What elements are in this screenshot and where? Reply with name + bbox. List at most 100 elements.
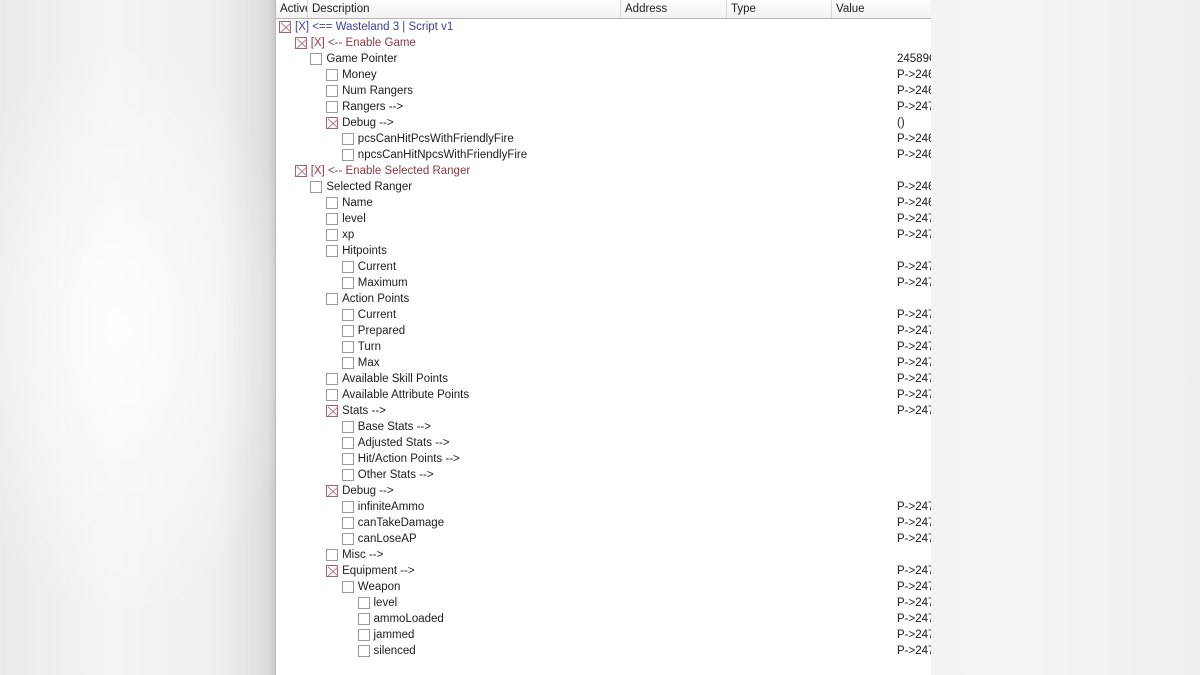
entry-address[interactable]: () [897, 115, 905, 131]
active-checkbox[interactable] [341, 581, 354, 593]
entry-description[interactable]: Weapon [358, 579, 401, 595]
column-header-value[interactable]: Value [832, 0, 931, 18]
entry-address[interactable]: P->24785273B6C [897, 323, 931, 339]
table-row[interactable]: canTakeDamageP->24785273CE8Byte1 [276, 515, 931, 531]
table-row[interactable]: jammedP->24785240B54Byte0 [276, 627, 931, 643]
table-row[interactable]: infiniteAmmoP->24785273CEAByte0 [276, 499, 931, 515]
entry-description[interactable]: Current [358, 259, 396, 275]
active-checkbox-checked[interactable] [326, 117, 339, 129]
active-checkbox-checked[interactable] [326, 485, 339, 497]
entry-description[interactable]: [X] <-- Enable Game [311, 35, 416, 51]
active-checkbox[interactable] [341, 421, 354, 433]
active-checkbox[interactable] [326, 213, 339, 225]
active-checkbox[interactable] [326, 245, 339, 257]
active-checkbox[interactable] [357, 645, 370, 657]
table-row[interactable]: ammoLoadedP->24785240B504 Bytes1 [276, 611, 931, 627]
table-row[interactable]: Equipment --> P->24785273B28 [276, 563, 931, 579]
column-header-active[interactable]: Active [276, 0, 308, 18]
entry-address[interactable]: P->24690E4C5A0 [897, 131, 931, 147]
table-row[interactable]: Num RangersP->2469487E1C84 Bytes2 [276, 83, 931, 99]
table-row[interactable]: Available Skill PointsP->24785273D784 By… [276, 371, 931, 387]
entry-description[interactable]: Name [342, 195, 373, 211]
table-row[interactable]: npcsCanHitNpcsWithFriendlyFire P->24690E4… [276, 147, 931, 163]
entry-description[interactable]: Game Pointer [326, 51, 397, 67]
entry-description[interactable]: Hit/Action Points --> [358, 451, 460, 467]
active-checkbox[interactable] [326, 389, 339, 401]
table-row[interactable]: Other Stats --> [276, 467, 931, 483]
entry-description[interactable]: canTakeDamage [358, 515, 444, 531]
entry-address[interactable]: P->247852302E0 [897, 339, 931, 355]
active-checkbox[interactable] [341, 357, 354, 369]
table-row[interactable]: [X] <== Wasteland 3 | Script v1<script> [276, 19, 931, 35]
active-checkbox-checked[interactable] [294, 37, 307, 49]
entry-description[interactable]: ammoLoaded [374, 611, 444, 627]
entry-address[interactable]: P->24690E02764 [897, 195, 931, 211]
entry-description[interactable]: Prepared [358, 323, 405, 339]
active-checkbox[interactable] [326, 549, 339, 561]
entry-description[interactable]: [X] <== Wasteland 3 | Script v1 [295, 19, 453, 35]
cheat-table-entry-list[interactable]: [X] <== Wasteland 3 | Script v1<script>[… [276, 19, 931, 675]
entry-description[interactable]: infiniteAmmo [358, 499, 424, 515]
table-row[interactable]: Base Stats --> [276, 419, 931, 435]
entry-description[interactable]: silenced [374, 643, 416, 659]
entry-description[interactable]: Current [358, 307, 396, 323]
table-row[interactable]: Weapon P->24785240E08 [276, 579, 931, 595]
table-row[interactable]: PreparedP->24785273B6C4 Bytes0 [276, 323, 931, 339]
table-row[interactable]: CurrentP->24785273AB84 Bytes63 [276, 259, 931, 275]
active-checkbox[interactable] [341, 133, 354, 145]
table-row[interactable]: Debug --> [276, 483, 931, 499]
entry-address[interactable]: P->2469487E1C8 [897, 83, 931, 99]
active-checkbox[interactable] [341, 437, 354, 449]
entry-description[interactable]: canLoseAP [358, 531, 417, 547]
entry-description[interactable]: Max [358, 355, 380, 371]
table-row[interactable]: canLoseAPP->24785273CE9Byte1 [276, 531, 931, 547]
entry-address[interactable]: P->246948BCC98 [897, 179, 931, 195]
table-row[interactable]: MaximumP->247852302C04 Bytes81 [276, 275, 931, 291]
table-row[interactable]: CurrentP->24785273B684 Bytes0 [276, 307, 931, 323]
active-checkbox[interactable] [326, 373, 339, 385]
entry-description[interactable]: Maximum [358, 275, 408, 291]
entry-description[interactable]: Action Points [342, 291, 409, 307]
table-row[interactable]: MoneyP->2469487E0404 Bytes0 [276, 67, 931, 83]
entry-description[interactable]: Hitpoints [342, 243, 387, 259]
active-checkbox[interactable] [326, 85, 339, 97]
table-row[interactable]: silencedP->24785240B80Byte0 [276, 643, 931, 659]
entry-address[interactable]: P->24785240B80 [897, 643, 931, 659]
entry-description[interactable]: xp [342, 227, 354, 243]
entry-description[interactable]: npcsCanHitNpcsWithFriendlyFire [358, 147, 527, 163]
active-checkbox[interactable] [357, 597, 370, 609]
entry-address[interactable]: P->24785273AE0 [897, 211, 931, 227]
table-row[interactable]: MaxP->247852302DC4 Bytes12 [276, 355, 931, 371]
table-row[interactable]: TurnP->247852302E04 Bytes10 [276, 339, 931, 355]
entry-description[interactable]: Base Stats --> [358, 419, 431, 435]
table-row[interactable]: Stats --> P->24785273B20 [276, 403, 931, 419]
entry-address[interactable]: P->24785273B68 [897, 307, 931, 323]
table-row[interactable]: Hit/Action Points --> [276, 451, 931, 467]
active-checkbox[interactable] [341, 309, 354, 321]
entry-description[interactable]: level [342, 211, 366, 227]
entry-description[interactable]: level [374, 595, 398, 611]
table-row[interactable]: levelP->24785273AE04 Bytes1 [276, 211, 931, 227]
table-row[interactable]: xpP->24785273D644 Bytes92 [276, 227, 931, 243]
entry-address[interactable]: P->24785273D7C [897, 387, 931, 403]
active-checkbox-checked[interactable] [326, 405, 339, 417]
active-checkbox[interactable] [326, 197, 339, 209]
active-checkbox[interactable] [341, 533, 354, 545]
active-checkbox-checked[interactable] [279, 21, 291, 33]
entry-description[interactable]: Rangers --> [342, 99, 403, 115]
entry-address[interactable]: 24589CB0129 [897, 51, 931, 67]
entry-address[interactable]: P->24785273D64 [897, 227, 931, 243]
active-checkbox[interactable] [341, 501, 354, 513]
entry-address[interactable]: P->24785240B28 [897, 595, 931, 611]
active-checkbox[interactable] [357, 629, 370, 641]
table-row[interactable]: Adjusted Stats --> [276, 435, 931, 451]
entry-address[interactable]: P->247852302DC [897, 355, 931, 371]
active-checkbox[interactable] [310, 53, 323, 65]
table-row[interactable]: Selected Ranger P->246948BCC98 [276, 179, 931, 195]
entry-description[interactable]: Num Rangers [342, 83, 413, 99]
entry-address[interactable]: P->24785273CE8 [897, 515, 931, 531]
entry-address[interactable]: P->24785273B28 [897, 563, 931, 579]
entry-description[interactable]: [X] <-- Enable Selected Ranger [311, 163, 471, 179]
entry-address[interactable]: P->247852302C0 [897, 275, 931, 291]
table-row[interactable]: Debug --> () [276, 115, 931, 131]
